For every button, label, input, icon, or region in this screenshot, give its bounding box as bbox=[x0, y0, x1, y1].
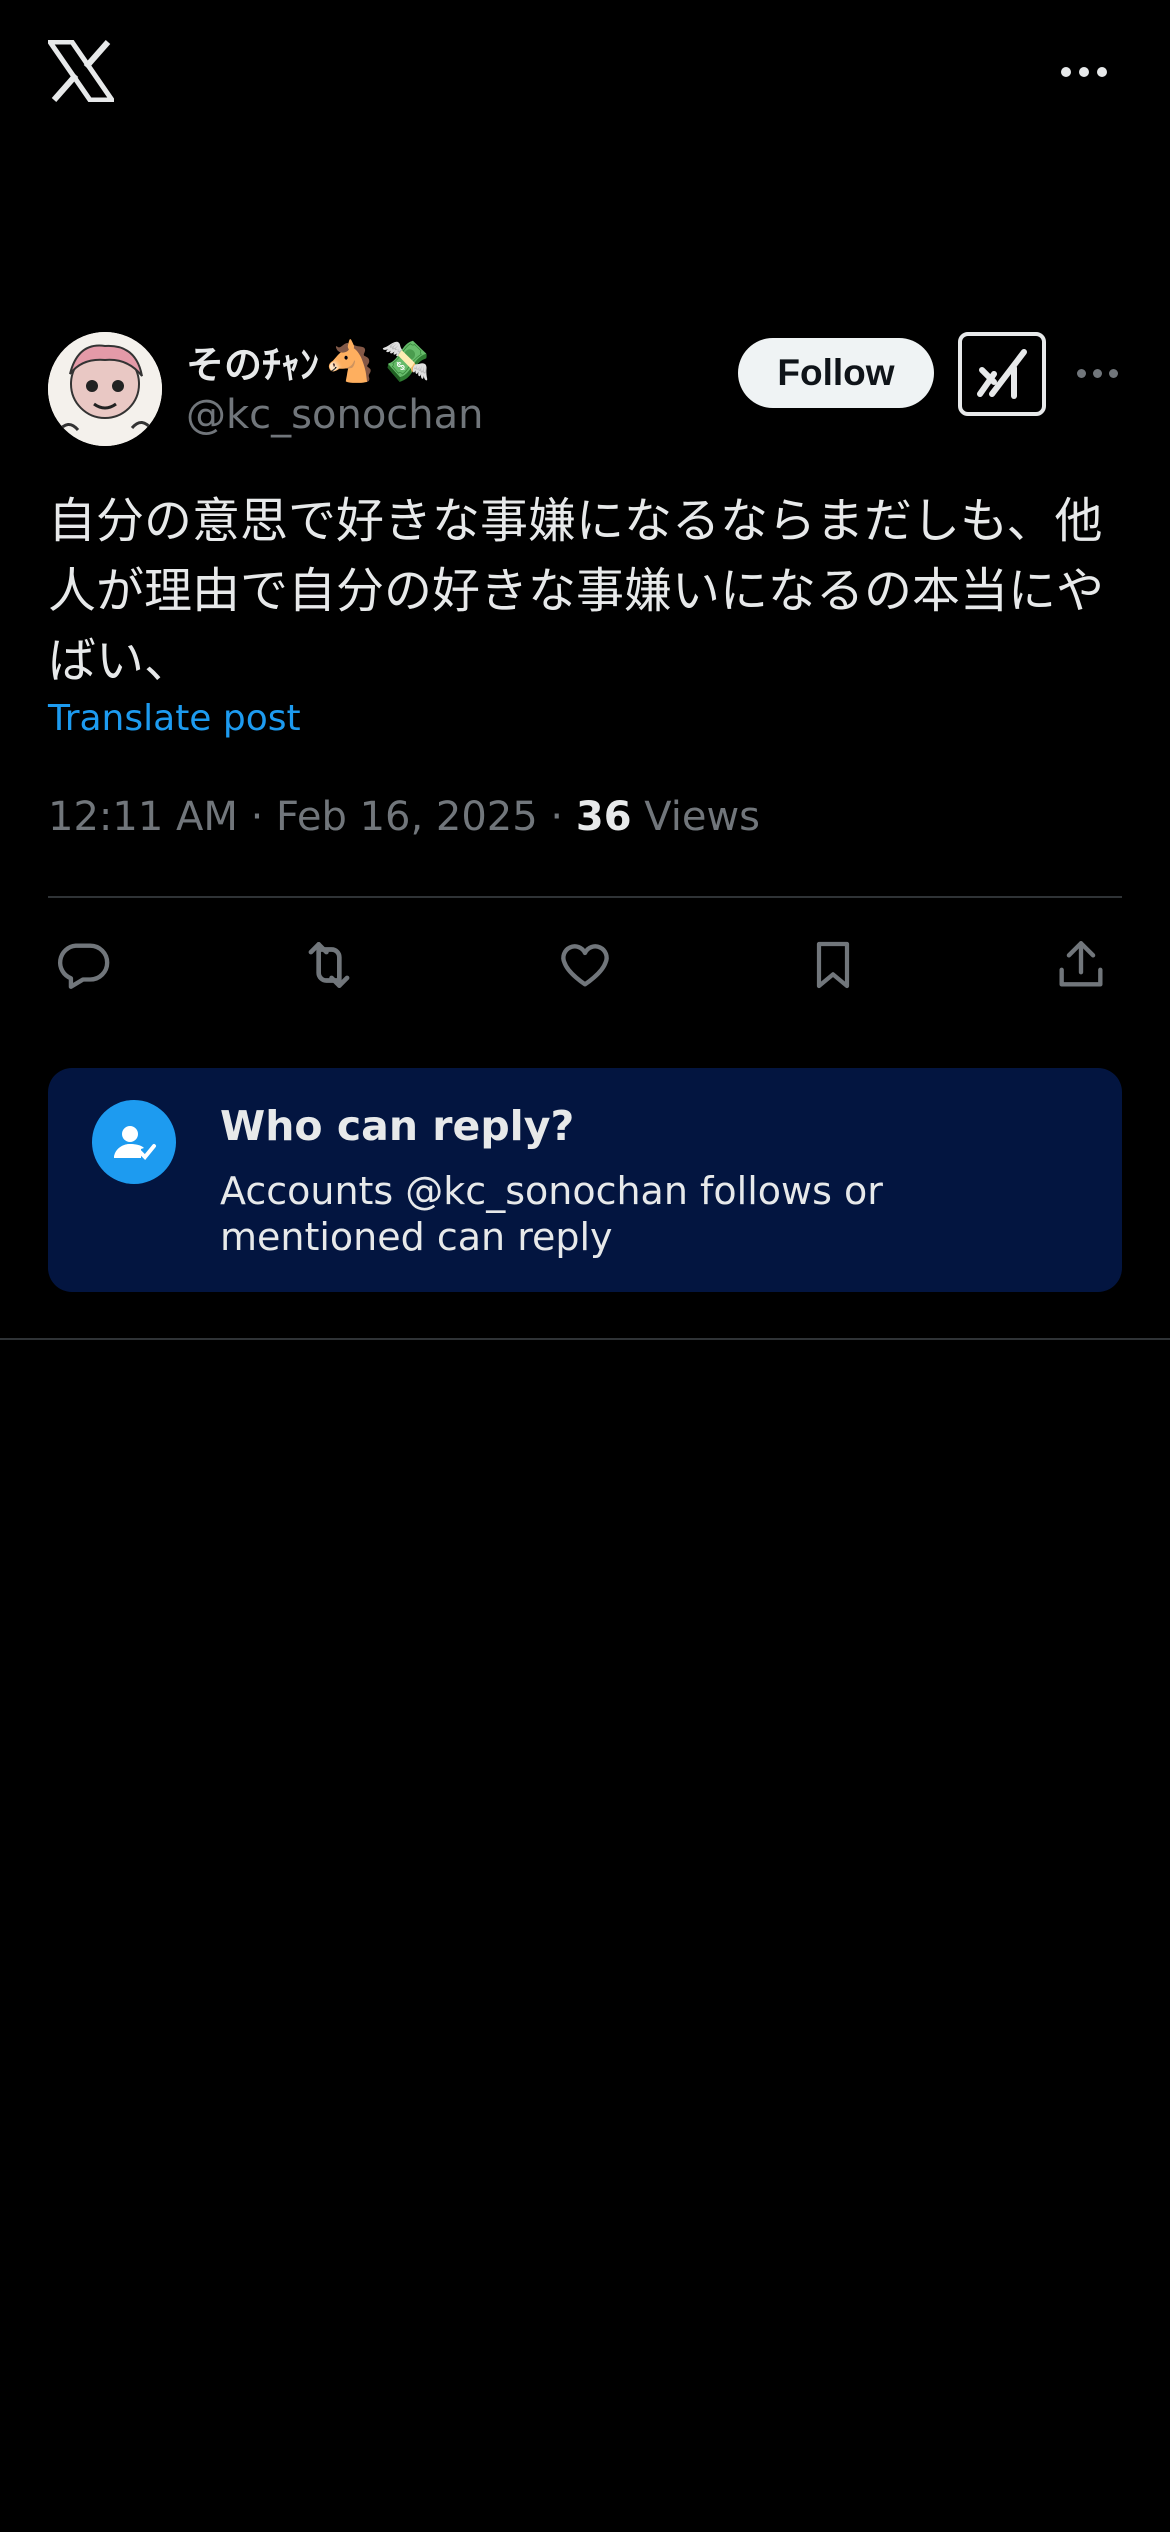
reply-restriction-description: Accounts @kc_sonochan follows or mention… bbox=[220, 1169, 883, 1259]
action-bar bbox=[48, 930, 1122, 1000]
dot bbox=[1079, 67, 1089, 77]
post-date[interactable]: Feb 16, 2025 bbox=[276, 794, 538, 840]
dot bbox=[1061, 67, 1071, 77]
horse-emoji: 🐴 bbox=[325, 338, 375, 385]
separator: · bbox=[537, 794, 576, 840]
bookmark-icon[interactable] bbox=[798, 930, 868, 1000]
name-row: そのﾁｬﾝ 🐴 💸 bbox=[186, 334, 431, 389]
grok-icon[interactable] bbox=[958, 332, 1046, 416]
reply-restriction-title: Who can reply? bbox=[220, 1102, 575, 1150]
avatar[interactable] bbox=[48, 332, 162, 446]
share-icon[interactable] bbox=[1046, 930, 1116, 1000]
author-handle[interactable]: @kc_sonochan bbox=[186, 392, 484, 438]
display-name[interactable]: そのﾁｬﾝ bbox=[186, 334, 319, 389]
reply-icon[interactable] bbox=[48, 930, 118, 1000]
follow-button[interactable]: Follow bbox=[738, 338, 934, 408]
dot bbox=[1097, 67, 1107, 77]
post-author: そのﾁｬﾝ 🐴 💸 @kc_sonochan Follow bbox=[48, 330, 1122, 450]
top-bar bbox=[0, 0, 1170, 150]
post-meta: 12:11 AM · Feb 16, 2025 · 36 Views bbox=[48, 794, 760, 840]
post-text: 自分の意思で好きな事嫌になるならまだしも、他人が理由で自分の好きな事嫌いになるの… bbox=[48, 493, 1105, 689]
translate-post-link[interactable]: Translate post bbox=[48, 698, 301, 739]
dot bbox=[1108, 368, 1118, 378]
money-emoji: 💸 bbox=[380, 338, 431, 385]
views-count[interactable]: 36 bbox=[576, 794, 632, 840]
like-icon[interactable] bbox=[550, 930, 620, 1000]
divider bbox=[0, 1338, 1170, 1340]
separator: · bbox=[237, 794, 277, 840]
more-horizontal-icon[interactable] bbox=[1060, 56, 1108, 88]
dot bbox=[1076, 368, 1086, 378]
views-label: Views bbox=[631, 794, 761, 840]
post-time[interactable]: 12:11 AM bbox=[48, 794, 238, 840]
dot bbox=[1092, 368, 1102, 378]
repost-icon[interactable] bbox=[294, 930, 364, 1000]
divider bbox=[48, 896, 1122, 898]
x-logo-icon[interactable] bbox=[45, 39, 117, 103]
more-horizontal-icon[interactable] bbox=[1072, 358, 1122, 388]
who-can-reply-card: Who can reply? Accounts @kc_sonochan fol… bbox=[48, 1068, 1122, 1292]
person-check-icon bbox=[92, 1100, 176, 1184]
